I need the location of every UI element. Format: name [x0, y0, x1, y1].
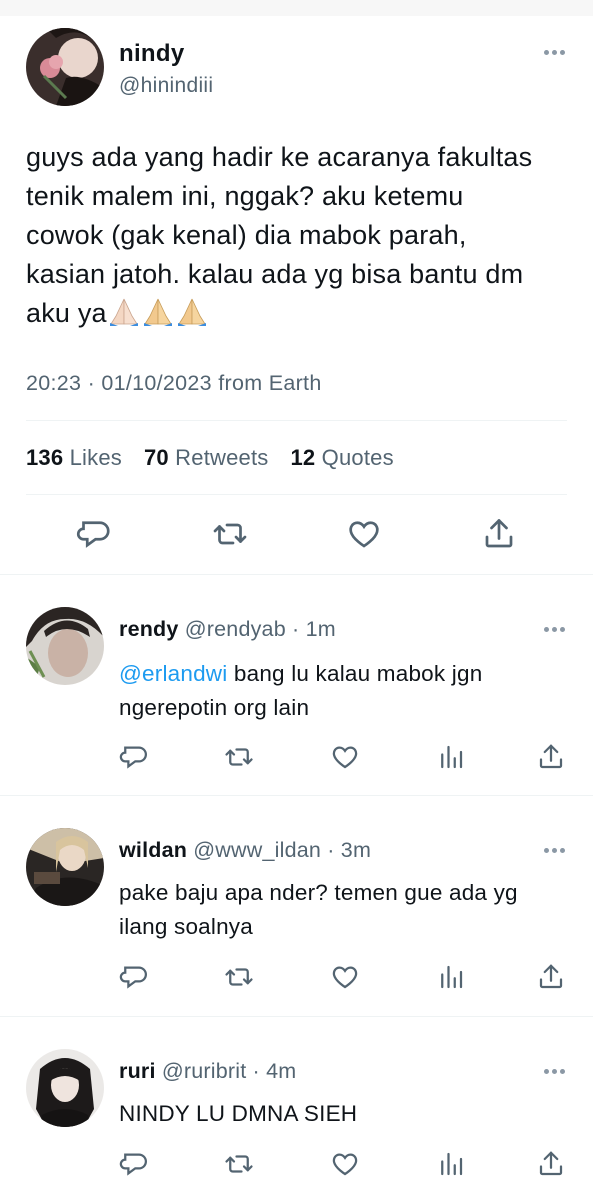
retweet-icon[interactable] — [224, 742, 254, 772]
heart-icon[interactable] — [330, 962, 360, 992]
avatar[interactable] — [26, 1049, 104, 1127]
reply-body: NINDY LU DMNA SIEH — [119, 1101, 358, 1126]
divider — [0, 1016, 593, 1017]
reply-header: ruri @ruribrit · 4m — [119, 1059, 297, 1083]
more-icon[interactable] — [544, 627, 565, 632]
tweet-time: 20:23 — [26, 371, 82, 395]
reply-author-name[interactable]: wildan — [119, 838, 187, 862]
reply-header: wildan @www_ildan · 3m — [119, 838, 372, 862]
reply-icon[interactable] — [119, 962, 149, 992]
reply-author-handle[interactable]: @www_ildan — [193, 838, 321, 862]
reply-author-handle[interactable]: @rendyab — [185, 617, 286, 641]
analytics-icon[interactable] — [436, 962, 466, 992]
avatar[interactable] — [26, 828, 104, 906]
reply-body: pake baju apa nder? temen gue ada yg ila… — [119, 880, 518, 939]
reply-time[interactable]: 3m — [341, 838, 371, 862]
retweet-icon[interactable] — [224, 1149, 254, 1179]
reply-icon[interactable] — [76, 516, 112, 552]
avatar[interactable] — [26, 607, 104, 685]
reply-author-name[interactable]: rendy — [119, 617, 179, 641]
share-icon[interactable] — [481, 516, 517, 552]
retweet-icon[interactable] — [224, 962, 254, 992]
divider — [0, 795, 593, 796]
share-icon[interactable] — [536, 742, 566, 772]
tweet-body: guys ada yang hadir ke acaranya fakultas… — [26, 142, 533, 328]
heart-icon[interactable] — [346, 516, 382, 552]
reply-time[interactable]: 4m — [266, 1059, 296, 1083]
divider — [26, 420, 567, 421]
share-icon[interactable] — [536, 1149, 566, 1179]
analytics-icon[interactable] — [436, 1149, 466, 1179]
divider — [26, 494, 567, 495]
author-handle[interactable]: @hinindiii — [119, 74, 213, 98]
tweet-date: 01/10/2023 — [101, 371, 212, 395]
more-icon[interactable] — [544, 1069, 565, 1074]
more-icon[interactable] — [544, 848, 565, 853]
reply-icon[interactable] — [119, 1149, 149, 1179]
divider — [0, 574, 593, 575]
reply-author-handle[interactable]: @ruribrit — [162, 1059, 247, 1083]
tweet-stats: 136 Likes 70 Retweets 12 Quotes — [26, 445, 394, 471]
retweet-icon[interactable] — [212, 516, 248, 552]
reply-text: pake baju apa nder? temen gue ada yg ila… — [119, 876, 569, 944]
heart-icon[interactable] — [330, 742, 360, 772]
author-name[interactable]: nindy — [119, 40, 185, 68]
reply-time[interactable]: 1m — [306, 617, 336, 641]
reply-author-name[interactable]: ruri — [119, 1059, 156, 1083]
reply-header: rendy @rendyab · 1m — [119, 617, 336, 641]
likes-stat[interactable]: 136 Likes — [26, 445, 122, 471]
reply-text: @erlandwi bang lu kalau mabok jgn ngerep… — [119, 657, 569, 725]
tweet-text: guys ada yang hadir ke acaranya fakultas… — [26, 138, 546, 333]
more-icon[interactable] — [544, 50, 565, 55]
heart-icon[interactable] — [330, 1149, 360, 1179]
retweets-stat[interactable]: 70 Retweets — [144, 445, 269, 471]
reply-icon[interactable] — [119, 742, 149, 772]
analytics-icon[interactable] — [436, 742, 466, 772]
pray-emoji-icon — [107, 298, 209, 328]
reply-text: NINDY LU DMNA SIEH — [119, 1097, 569, 1131]
tweet-source: from Earth — [218, 371, 322, 395]
mention-link[interactable]: @erlandwi — [119, 661, 227, 686]
tweet-meta: 20:23 · 01/10/2023 from Earth — [26, 371, 322, 395]
share-icon[interactable] — [536, 962, 566, 992]
status-strip — [0, 0, 593, 16]
quotes-stat[interactable]: 12 Quotes — [290, 445, 393, 471]
avatar[interactable] — [26, 28, 104, 106]
